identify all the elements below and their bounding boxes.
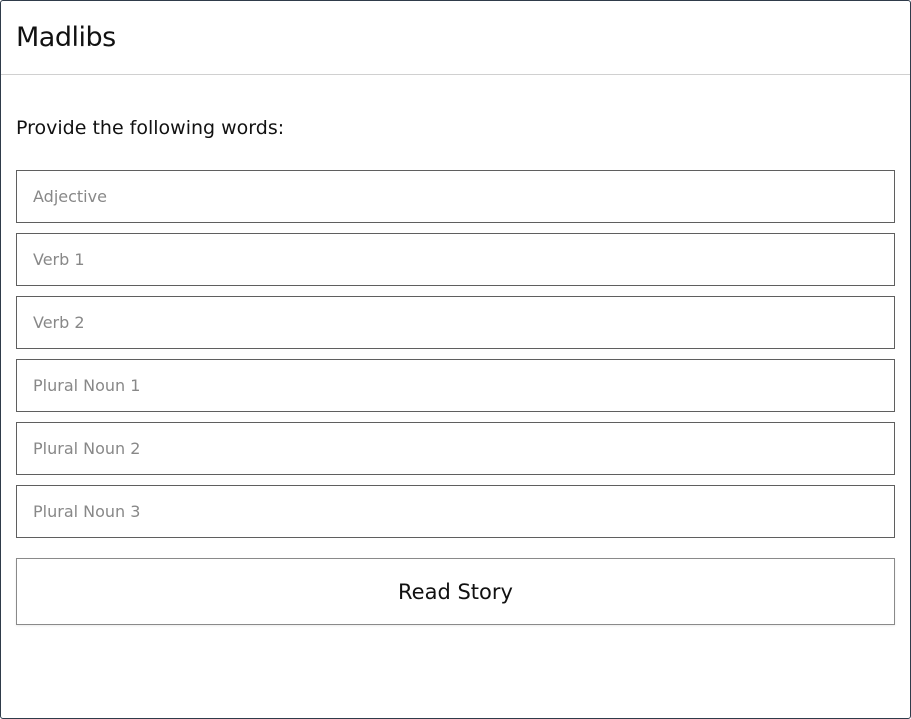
app-title: Madlibs (16, 22, 116, 53)
verb-2-input[interactable] (16, 296, 895, 349)
plural-noun-2-input[interactable] (16, 422, 895, 475)
app-header: Madlibs (1, 1, 910, 75)
app-window: Madlibs Provide the following words: Rea… (0, 0, 911, 719)
word-fields (16, 170, 895, 538)
plural-noun-1-input[interactable] (16, 359, 895, 412)
madlibs-form: Provide the following words: Read Story (1, 115, 910, 625)
adjective-input[interactable] (16, 170, 895, 223)
plural-noun-3-input[interactable] (16, 485, 895, 538)
read-story-button[interactable]: Read Story (16, 558, 895, 625)
verb-1-input[interactable] (16, 233, 895, 286)
form-instructions: Provide the following words: (16, 117, 285, 139)
